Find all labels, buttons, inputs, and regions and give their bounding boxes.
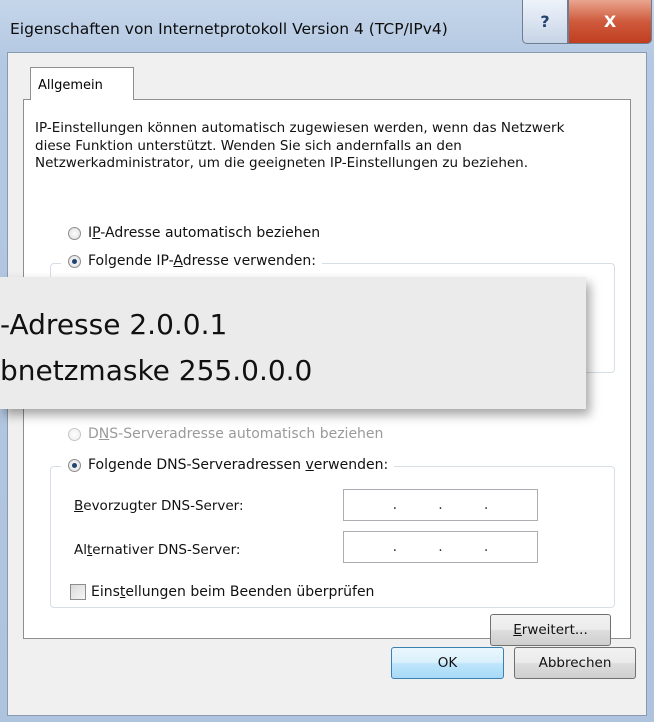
preferred-dns-label: Bevorzugter DNS-Server: xyxy=(74,498,244,514)
callout-subnet-mask: bnetzmaske 255.0.0.0 xyxy=(0,354,313,387)
description-text: IP-Einstellungen können automatisch zuge… xyxy=(35,120,565,171)
close-icon: X xyxy=(603,12,617,31)
radio-ip-manual[interactable]: Folgende IP-Adresse verwenden: xyxy=(61,253,322,269)
cancel-button[interactable]: Abbrechen xyxy=(514,647,636,679)
validate-settings-checkbox[interactable]: Einstellungen beim Beenden überprüfen xyxy=(70,584,374,600)
advanced-button[interactable]: Erweitert... xyxy=(490,614,611,646)
radio-ip-manual-indicator xyxy=(68,254,81,268)
radio-ip-manual-label: Folgende IP-Adresse verwenden: xyxy=(88,253,316,269)
tab-allgemein[interactable]: Allgemein xyxy=(30,67,134,100)
annotation-callout: -Adresse 2.0.0.1 bnetzmaske 255.0.0.0 xyxy=(0,277,586,409)
alternate-dns-input[interactable]: ... xyxy=(343,531,538,563)
radio-ip-auto-label: IP-Adresse automatisch beziehen xyxy=(88,225,321,241)
help-icon: ? xyxy=(540,12,550,31)
help-button[interactable]: ? xyxy=(522,0,568,44)
preferred-dns-input[interactable]: ... xyxy=(343,489,538,521)
alternate-dns-label: Alternativer DNS-Server: xyxy=(74,542,241,558)
radio-dns-manual-indicator xyxy=(68,458,81,472)
radio-dns-auto[interactable]: DNS-Serveradresse automatisch beziehen xyxy=(68,426,390,442)
radio-dns-manual-label: Folgende DNS-Serveradressen verwenden: xyxy=(88,457,389,473)
radio-dns-manual[interactable]: Folgende DNS-Serveradressen verwenden: xyxy=(61,457,395,473)
radio-ip-auto[interactable]: IP-Adresse automatisch beziehen xyxy=(68,225,327,241)
radio-ip-auto-indicator xyxy=(68,226,81,240)
callout-ip-address: -Adresse 2.0.0.1 xyxy=(0,308,228,341)
radio-dns-auto-indicator xyxy=(68,427,81,441)
ok-button[interactable]: OK xyxy=(391,647,504,679)
validate-checkbox-label: Einstellungen beim Beenden überprüfen xyxy=(91,584,375,600)
close-button[interactable]: X xyxy=(568,0,652,44)
window-title: Eigenschaften von Internetprotokoll Vers… xyxy=(10,20,448,38)
radio-dns-auto-label: DNS-Serveradresse automatisch beziehen xyxy=(88,426,384,442)
validate-checkbox-box xyxy=(70,584,86,600)
